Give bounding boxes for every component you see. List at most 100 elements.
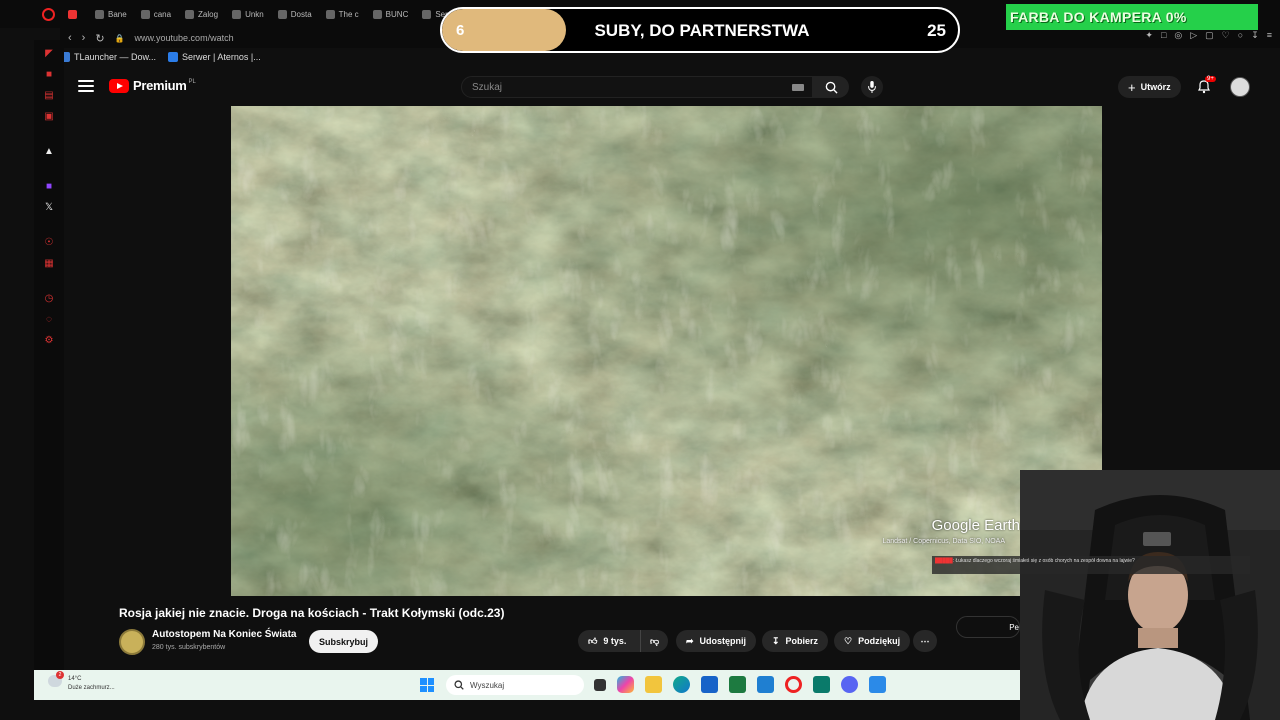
arrow-icon[interactable]: ▲ xyxy=(41,143,57,159)
chat-icon[interactable]: ▤ xyxy=(41,87,57,103)
video-player[interactable]: Google Earth Landsat / Copernicus, Data … xyxy=(231,106,1102,596)
create-label: Utwórz xyxy=(1140,82,1171,92)
back-icon[interactable]: ‹ xyxy=(68,32,72,44)
create-button[interactable]: + Utwórz xyxy=(1118,76,1181,98)
download-label: Pobierz xyxy=(785,636,819,646)
remote-icon[interactable] xyxy=(869,676,886,693)
browser-tab[interactable] xyxy=(62,3,87,25)
browser-tab[interactable]: BUNC xyxy=(367,3,415,25)
download-icon[interactable]: ↧ xyxy=(1251,30,1259,41)
bookmark-aternos[interactable]: Serwer | Aternos |... xyxy=(168,52,261,62)
video-title: Rosja jakiej nie znacie. Droga na kościa… xyxy=(119,606,505,620)
taskbar-search[interactable]: Wyszukaj xyxy=(446,675,584,695)
goal-label: SUBY, DO PARTNERSTWA xyxy=(594,21,810,40)
reload-icon[interactable]: ↻ xyxy=(95,32,104,45)
screen: BanecanaZalogUnknDostaThe cBUNCSerw(44)(… xyxy=(0,0,1280,720)
search-button[interactable] xyxy=(813,76,849,98)
download-button[interactable]: ↧ Pobierz xyxy=(762,630,829,652)
tab-favicon-icon xyxy=(372,9,382,19)
taskbar-apps xyxy=(594,676,886,693)
cube-icon[interactable]: ▦ xyxy=(41,255,57,271)
more-actions-button[interactable]: ⋯ xyxy=(913,630,937,652)
thanks-heart-icon: ♡ xyxy=(844,635,853,646)
like-button[interactable]: 👍︎ 9 tys. xyxy=(578,630,640,652)
tab-favicon-icon xyxy=(325,9,335,19)
edge-icon[interactable] xyxy=(673,676,690,693)
hamburger-menu-icon[interactable] xyxy=(78,78,94,94)
browser-tab[interactable]: Bane xyxy=(89,3,133,25)
cloud-icon: 2 xyxy=(48,671,64,687)
vscode-icon[interactable] xyxy=(757,676,774,693)
wallet-icon[interactable]: ▢ xyxy=(1205,30,1214,41)
search-field[interactable] xyxy=(461,76,813,98)
dislike-button[interactable]: 👎︎ xyxy=(640,630,668,652)
music-icon[interactable]: ▣ xyxy=(41,108,57,124)
weather-badge: 2 xyxy=(56,671,64,679)
url-text[interactable]: www.youtube.com/watch xyxy=(135,33,234,43)
browser-tab[interactable]: Unkn xyxy=(226,3,270,25)
voice-search-button[interactable] xyxy=(861,76,883,98)
file-explorer-icon[interactable] xyxy=(645,676,662,693)
opera-sidebar: ◤ ■ ▤ ▣ ▲ ■ 𝕏 ☉ ▦ ◷ ◌ ⚙ xyxy=(34,40,64,680)
opera-logo-icon[interactable] xyxy=(42,8,55,21)
side-chip[interactable]: Pe xyxy=(956,616,1020,638)
history-icon[interactable]: ◷ xyxy=(41,290,57,306)
discord-icon[interactable] xyxy=(841,676,858,693)
search-input[interactable] xyxy=(472,81,772,93)
copilot-icon[interactable] xyxy=(617,676,634,693)
menu-icon[interactable]: ≡ xyxy=(1267,30,1272,41)
excel-icon[interactable] xyxy=(729,676,746,693)
tab-label: BUNC xyxy=(385,9,409,19)
app-icon[interactable] xyxy=(813,676,830,693)
tab-label: cana xyxy=(153,9,172,19)
target-icon[interactable]: ☉ xyxy=(41,234,57,250)
browser-tab[interactable]: Dosta xyxy=(272,3,318,25)
youtube-logo[interactable]: Premium PL xyxy=(109,78,196,93)
player-icon[interactable]: ▷ xyxy=(1190,30,1197,41)
pin-icon[interactable]: ◌ xyxy=(41,311,57,327)
notifications-badge: 9+ xyxy=(1205,76,1216,82)
share-button[interactable]: ➦ Udostępnij xyxy=(676,630,757,652)
store-icon[interactable] xyxy=(701,676,718,693)
browser-tab[interactable]: The c xyxy=(320,3,365,25)
like-count: 9 tys. xyxy=(603,636,627,646)
windows-start-icon[interactable] xyxy=(420,678,434,692)
snapshot-icon[interactable]: □ xyxy=(1161,30,1166,41)
weather-widget[interactable]: 2 14°C Duże zachmurz... xyxy=(48,671,115,693)
logo-text: Premium xyxy=(133,78,187,93)
channel-name[interactable]: Autostopem Na Koniec Świata xyxy=(152,629,296,640)
vpn-icon[interactable]: ◎ xyxy=(1174,30,1182,41)
youtube-play-icon xyxy=(109,78,129,93)
account-avatar[interactable] xyxy=(1230,77,1250,97)
browser-tab[interactable]: Zalog xyxy=(179,3,224,25)
thanks-label: Podziękuj xyxy=(858,636,901,646)
x-icon[interactable]: 𝕏 xyxy=(41,199,57,215)
twitch-icon[interactable]: ■ xyxy=(41,178,57,194)
aria-icon[interactable]: ◤ xyxy=(41,45,57,61)
youtube-header: Premium PL + Utwórz 9+ xyxy=(64,68,1280,106)
browser-tab[interactable]: cana xyxy=(135,3,177,25)
keyboard-icon[interactable] xyxy=(792,84,804,91)
channel-avatar[interactable] xyxy=(119,629,145,655)
opera-taskbar-icon[interactable] xyxy=(785,676,802,693)
subscribe-button[interactable]: Subskrybuj xyxy=(309,630,379,653)
tab-favicon-icon xyxy=(95,9,104,19)
tab-favicon-icon xyxy=(422,9,432,19)
bookmark-tlauncher[interactable]: TLauncher — Dow... xyxy=(60,52,156,62)
task-view-icon[interactable] xyxy=(594,679,606,691)
favorite-icon[interactable]: ♡ xyxy=(1222,30,1230,41)
thumbs-down-icon: 👎︎ xyxy=(649,635,660,646)
settings-icon[interactable]: ⚙ xyxy=(41,332,57,348)
tab-favicon-icon xyxy=(68,9,77,19)
chat-message: █████: Łukasz dlaczego wczoraj śmiałeś s… xyxy=(932,556,1250,574)
tab-favicon-icon xyxy=(277,9,287,19)
forward-icon[interactable]: › xyxy=(82,32,86,44)
tab-label: The c xyxy=(338,9,359,19)
goal-target: 25 xyxy=(927,21,946,40)
extension-icon[interactable]: ✦ xyxy=(1145,30,1153,41)
tab-label: Zalog xyxy=(198,9,219,19)
profile-icon[interactable]: ○ xyxy=(1238,30,1243,41)
messenger-icon[interactable]: ■ xyxy=(41,66,57,82)
thanks-button[interactable]: ♡ Podziękuj xyxy=(834,630,911,652)
goal-current: 6 xyxy=(456,22,465,39)
